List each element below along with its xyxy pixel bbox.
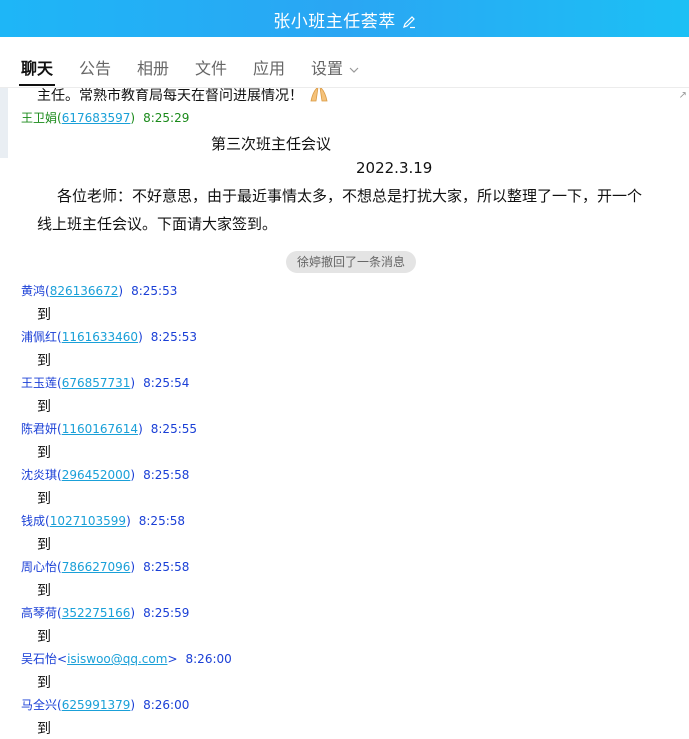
message-sender-line: 吴石怡<isiswoo@qq.com> 8:26:00 <box>21 650 232 667</box>
sender-qq-link[interactable]: 676857731 <box>62 376 131 390</box>
qq-close-bracket: ) <box>126 514 131 528</box>
announcement-body-line-1: 各位老师：不好意思，由于最近事情太多，不想总是打扰大家，所以整理了一下，开一个 <box>57 187 643 205</box>
announcement-title: 第三次班主任会议 <box>211 135 332 153</box>
message-text: 到 <box>37 721 51 737</box>
tab-settings[interactable]: 设置 <box>311 55 359 79</box>
recall-notice: 徐婷撤回了一条消息 <box>286 251 417 273</box>
tab-bar: 聊天 公告 相册 文件 应用 设置 <box>0 37 689 88</box>
message-time: 8:25:54 <box>143 376 190 390</box>
sender-name[interactable]: 马全兴 <box>21 698 57 712</box>
message-text: 到 <box>37 629 51 645</box>
sender-name[interactable]: 沈炎琪 <box>21 468 57 482</box>
sender-name[interactable]: 钱成 <box>21 514 45 528</box>
sender-qq-link[interactable]: 352275166 <box>62 606 131 620</box>
tab-settings-label: 设置 <box>311 59 344 78</box>
message-text: 到 <box>37 491 51 507</box>
message-sender-line: 高琴荷(352275166) 8:25:59 <box>21 604 189 621</box>
message-time: 8:26:00 <box>143 698 190 712</box>
announcement-body-line-2: 线上班主任会议。下面请大家签到。 <box>37 215 278 233</box>
qq-close-bracket: ) <box>130 606 136 620</box>
sender-qq-link[interactable]: 625991379 <box>62 698 131 712</box>
message-time: 8:25:29 <box>143 111 190 125</box>
sender-qq-link[interactable]: 296452000 <box>62 468 131 482</box>
sender-qq-link[interactable]: isiswoo@qq.com <box>67 652 167 666</box>
sender-name[interactable]: 浦佩红 <box>21 330 57 344</box>
sender-qq-link[interactable]: 617683597 <box>62 111 131 125</box>
message-sender-line: 陈君妍(1160167614) 8:25:55 <box>21 420 197 437</box>
window-title-area: 张小班主任荟萃 <box>0 7 689 34</box>
tab-album[interactable]: 相册 <box>137 55 169 79</box>
sender-qq-link[interactable]: 786627096 <box>62 560 131 574</box>
message-time: 8:25:58 <box>143 468 190 482</box>
message-text: 到 <box>37 445 51 461</box>
message-sender-line: 沈炎琪(296452000) 8:25:58 <box>21 466 189 483</box>
qq-close-bracket: ) <box>130 698 136 712</box>
message-time: 8:25:53 <box>131 284 178 298</box>
tab-apps[interactable]: 应用 <box>253 55 285 79</box>
message-text: 到 <box>37 399 51 415</box>
sender-name[interactable]: 高琴荷 <box>21 606 57 620</box>
message-time: 8:25:55 <box>150 422 198 436</box>
sender-qq-link[interactable]: 1160167614 <box>62 422 138 436</box>
message-sender-line: 马全兴(625991379) 8:26:00 <box>21 696 189 713</box>
message-sender-line: 周心怡(786627096) 8:25:58 <box>21 558 189 575</box>
edit-pencil-icon[interactable] <box>402 14 416 34</box>
announcement-date: 2022.3.19 <box>356 159 433 177</box>
message-sender-line: 王玉莲(676857731) 8:25:54 <box>21 374 189 391</box>
tab-chat[interactable]: 聊天 <box>18 55 56 86</box>
chat-history[interactable]: 主任。常熟市教育局每天在督问进展情况！ 王卫娟(617683597) 8:25:2… <box>0 88 689 739</box>
tab-announcement[interactable]: 公告 <box>79 55 111 79</box>
qq-close-bracket: ) <box>130 376 136 390</box>
message-sender-line: 浦佩红(1161633460) 8:25:53 <box>21 328 197 345</box>
qq-close-bracket: ) <box>138 330 143 344</box>
message-time: 8:25:59 <box>143 606 190 620</box>
message-text: 到 <box>37 307 51 323</box>
message-text: 到 <box>37 353 51 369</box>
message-sender-line: 王卫娟(617683597) 8:25:29 <box>21 111 190 125</box>
sender-name[interactable]: 王卫娟 <box>21 111 57 125</box>
sender-name[interactable]: 周心怡 <box>21 560 57 574</box>
message-text: 到 <box>37 675 51 691</box>
qq-close-bracket: > <box>167 652 178 666</box>
qq-open-bracket: < <box>57 652 68 666</box>
chevron-down-icon <box>349 58 359 77</box>
message-time: 8:25:58 <box>143 560 190 574</box>
sender-name[interactable]: 黄鸿 <box>21 284 45 298</box>
qq-close-bracket: ) <box>138 422 143 436</box>
praying-hands-icon <box>307 88 331 103</box>
message-text: 到 <box>37 583 51 599</box>
window-title: 张小班主任荟萃 <box>273 12 396 32</box>
title-bar: 张小班主任荟萃 <box>0 0 689 37</box>
partial-message: 主任。常熟市教育局每天在督问进展情况！ <box>37 88 331 105</box>
tab-files[interactable]: 文件 <box>195 55 227 79</box>
message-sender-line: 钱成(1027103599) 8:25:58 <box>21 512 185 529</box>
message-time: 8:26:00 <box>185 652 232 666</box>
partial-message-text: 主任。常熟市教育局每天在督问进展情况！ <box>37 88 303 104</box>
message-time: 8:25:58 <box>138 514 186 528</box>
qq-close-bracket: ) <box>130 560 136 574</box>
message-text: 到 <box>37 537 51 553</box>
qq-close-bracket: ) <box>130 468 136 482</box>
sender-name[interactable]: 王玉莲 <box>21 376 57 390</box>
qq-close-bracket: ) <box>118 284 124 298</box>
sender-qq-link[interactable]: 1161633460 <box>62 330 138 344</box>
sender-name[interactable]: 吴石怡 <box>21 652 57 666</box>
message-time: 8:25:53 <box>150 330 198 344</box>
sender-qq-link[interactable]: 1027103599 <box>50 514 126 528</box>
message-sender-line: 黄鸿(826136672) 8:25:53 <box>21 282 177 299</box>
sender-name[interactable]: 陈君妍 <box>21 422 57 436</box>
sender-qq-link[interactable]: 826136672 <box>50 284 119 298</box>
